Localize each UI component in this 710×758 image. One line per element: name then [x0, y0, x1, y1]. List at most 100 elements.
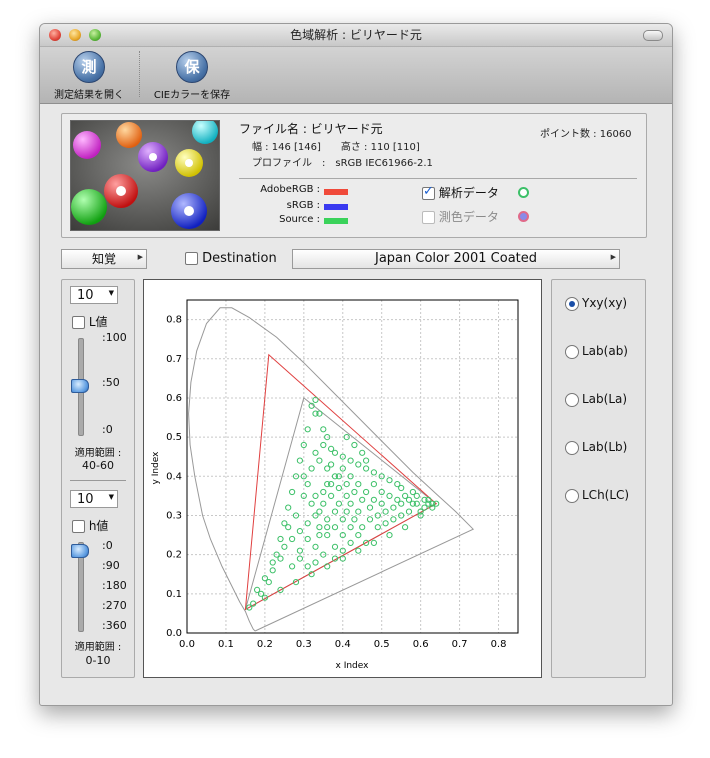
- source-point: [324, 481, 331, 488]
- x-axis-label: x Index: [336, 661, 370, 671]
- save-cie-label: CIEカラーを保存: [153, 90, 231, 101]
- h-value-checkbox[interactable]: h値: [72, 517, 108, 534]
- source-point: [296, 547, 303, 554]
- y-tick-label: 0.0: [166, 628, 182, 639]
- rendering-intent-popup[interactable]: 知覚 ▶: [61, 249, 147, 269]
- chromaticity-chart: 0.0 0.1 0.2 0.3 0.4 0.5 0.6 0.7 0.8 0.0 0.1 0.2 0.3 0…: [151, 299, 519, 671]
- destination-profile-popup[interactable]: Japan Color 2001 Coated ▶: [292, 249, 620, 269]
- analysis-data-checkbox[interactable]: 解析データ: [422, 184, 499, 201]
- source-point: [269, 567, 276, 574]
- source-point: [335, 484, 342, 492]
- source-point: [405, 508, 413, 515]
- open-results-button[interactable]: 測 測定結果を開く: [48, 51, 130, 101]
- radio-lab-ab[interactable]: Lab(ab): [565, 344, 628, 359]
- radio-yxy[interactable]: Yxy(xy): [565, 296, 627, 311]
- h-tick-180: :180: [102, 579, 127, 592]
- l-range-label: 適用範囲 :: [74, 448, 122, 459]
- analysis-data-check[interactable]: [422, 184, 435, 200]
- close-window-button[interactable]: [49, 29, 61, 41]
- x-tick-label: 0.8: [491, 639, 507, 650]
- rendering-intent-value: 知覚: [91, 252, 116, 266]
- source-point: [413, 492, 420, 499]
- l-tick-100: :100: [102, 331, 127, 344]
- legend-adobe-swatch: [324, 189, 348, 195]
- radio-yxy-button[interactable]: [565, 296, 579, 311]
- minimize-window-button[interactable]: [69, 29, 81, 41]
- toolbar: 測 測定結果を開く 保 CIEカラーを保存: [40, 47, 672, 104]
- radio-lab-lb[interactable]: Lab(Lb): [565, 440, 627, 455]
- measure-data-checkbox[interactable]: 測色データ: [422, 208, 499, 225]
- h-tick-0: :0: [102, 539, 113, 552]
- source-point: [347, 500, 354, 507]
- source-point: [370, 469, 377, 476]
- source-point: [296, 555, 303, 562]
- spectral-locus: [188, 307, 475, 632]
- chromaticity-chart-panel: 0.0 0.1 0.2 0.3 0.4 0.5 0.6 0.7 0.8 0.0 0.1 0.2 0.3 0…: [143, 279, 542, 678]
- source-point: [421, 496, 428, 503]
- source-point: [304, 535, 311, 543]
- analysis-data-label: 解析データ: [438, 186, 499, 200]
- save-cie-button[interactable]: 保 CIEカラーを保存: [146, 51, 238, 101]
- l-value-checkbox[interactable]: L値: [72, 313, 108, 330]
- source-point: [359, 524, 366, 531]
- legend-srgb-label: sRGB :: [286, 200, 320, 211]
- radio-lab-la-button[interactable]: [565, 392, 579, 407]
- measure-data-check[interactable]: [422, 211, 435, 224]
- image-dimensions: 幅 : 146 [146] 高さ : 110 [110]: [252, 142, 420, 153]
- source-point: [394, 496, 401, 503]
- source-point: [402, 492, 409, 499]
- destination-check[interactable]: [185, 252, 198, 265]
- source-point: [304, 481, 311, 488]
- zoom-window-button[interactable]: [89, 29, 101, 41]
- x-tick-label: 0.7: [452, 639, 468, 650]
- l-value-label: L値: [88, 315, 108, 329]
- source-point: [316, 457, 323, 464]
- destination-checkbox[interactable]: Destination: [185, 251, 277, 266]
- destination-profile-value: Japan Color 2001 Coated: [374, 251, 538, 266]
- y-tick-label: 0.6: [166, 393, 182, 404]
- l-step-popup[interactable]: 10 ▼: [70, 286, 118, 304]
- source-point: [351, 488, 358, 496]
- toolbar-separator: [139, 51, 140, 97]
- h-tick-360: :360: [102, 619, 127, 632]
- toolbar-toggle-button[interactable]: [643, 30, 663, 41]
- radio-lab-ab-button[interactable]: [565, 344, 579, 359]
- source-point: [366, 504, 374, 511]
- source-point: [269, 559, 276, 566]
- h-value-check[interactable]: [72, 520, 85, 533]
- image-info-panel: ファイル名 : ビリヤード元 幅 : 146 [146] 高さ : 110 [1…: [61, 113, 647, 238]
- destination-label: Destination: [202, 251, 277, 266]
- source-point: [316, 524, 323, 531]
- file-name: ファイル名 : ビリヤード元: [239, 122, 383, 136]
- l-slider-thumb[interactable]: [71, 379, 89, 393]
- y-tick-label: 0.3: [166, 510, 182, 521]
- source-point: [320, 500, 327, 507]
- source-point: [363, 465, 370, 472]
- source-point: [324, 524, 331, 531]
- source-point: [343, 492, 350, 499]
- l-tick-0: :0: [102, 423, 113, 436]
- h-slider-thumb[interactable]: [71, 544, 89, 558]
- y-tick-label: 0.7: [166, 354, 182, 365]
- chevron-down-icon: ▼: [108, 289, 114, 297]
- open-results-label: 測定結果を開く: [54, 90, 124, 101]
- source-point: [308, 465, 315, 472]
- x-tick-label: 0.6: [413, 639, 429, 650]
- radio-lch-lc[interactable]: LCh(LC): [565, 488, 629, 503]
- x-tick-label: 0.0: [179, 639, 195, 650]
- source-point: [289, 488, 296, 496]
- point-count: ポイント数 : 16060: [540, 129, 632, 140]
- source-point: [343, 508, 350, 515]
- radio-lab-la[interactable]: Lab(La): [565, 392, 627, 407]
- radio-lch-lc-button[interactable]: [565, 488, 579, 503]
- source-point: [355, 547, 362, 554]
- l-step-value: 10: [77, 288, 94, 303]
- radio-lab-lb-button[interactable]: [565, 440, 579, 455]
- color-space-panel: Yxy(xy) Lab(ab) Lab(La) Lab(Lb) LCh(LC): [551, 279, 646, 678]
- source-point: [363, 488, 370, 496]
- l-range-value: 40-60: [82, 459, 114, 472]
- radio-lab-lb-label: Lab(Lb): [582, 440, 628, 454]
- h-step-popup[interactable]: 10 ▼: [70, 490, 118, 508]
- source-point: [359, 496, 366, 503]
- l-value-check[interactable]: [72, 316, 85, 329]
